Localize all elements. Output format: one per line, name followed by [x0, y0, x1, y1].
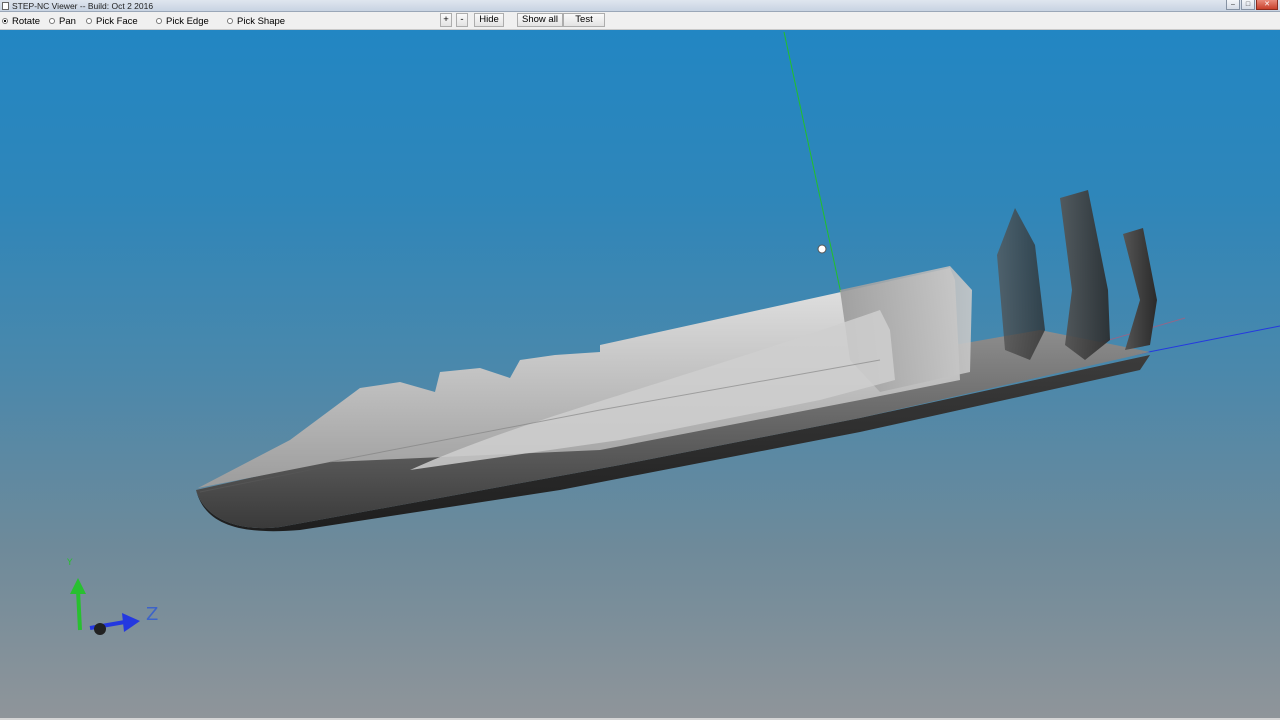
- window-titlebar: STEP-NC Viewer -- Build: Oct 2 2016 – □ …: [0, 0, 1280, 12]
- mode-label: Pick Face: [96, 15, 138, 27]
- mode-label: Rotate: [12, 15, 40, 27]
- radio-checked-icon: [2, 18, 8, 24]
- radio-unchecked-icon: [86, 18, 92, 24]
- hide-button[interactable]: Hide: [474, 13, 504, 27]
- zoom-out-button[interactable]: -: [456, 13, 468, 27]
- triad-y-axis: [76, 589, 82, 631]
- toolbar: Rotate Pan Pick Face Pick Edge Pick Shap…: [0, 12, 1280, 30]
- radio-unchecked-icon: [156, 18, 162, 24]
- mode-label: Pick Edge: [166, 15, 209, 27]
- app-icon: [2, 2, 9, 10]
- mode-label: Pan: [59, 15, 76, 27]
- tool-flat: [1060, 190, 1110, 360]
- minimize-button[interactable]: –: [1226, 0, 1240, 10]
- tool-slim: [1123, 228, 1157, 350]
- radio-unchecked-icon: [49, 18, 55, 24]
- 3d-viewport[interactable]: Z Y: [0, 30, 1280, 718]
- triad-z-label: Z: [146, 604, 159, 625]
- window-controls: – □ ✕: [1226, 0, 1278, 11]
- mode-label: Pick Shape: [237, 15, 286, 27]
- mode-rotate-radio[interactable]: Rotate: [2, 15, 40, 27]
- show-all-button[interactable]: Show all: [517, 13, 563, 27]
- mode-pick-shape-radio[interactable]: Pick Shape: [227, 15, 285, 27]
- scene-graphics: [70, 31, 1280, 635]
- triad-y-arrow: [70, 578, 86, 594]
- zoom-in-button[interactable]: +: [440, 13, 452, 27]
- pivot-marker: [817, 244, 827, 254]
- maximize-button[interactable]: □: [1241, 0, 1255, 10]
- mode-pick-face-radio[interactable]: Pick Face: [86, 15, 138, 27]
- mode-pick-edge-radio[interactable]: Pick Edge: [156, 15, 209, 27]
- triad-origin: [94, 623, 106, 635]
- radio-unchecked-icon: [227, 18, 233, 24]
- tool-pointed: [997, 208, 1045, 360]
- test-button[interactable]: Test: [563, 13, 605, 27]
- mode-pan-radio[interactable]: Pan: [49, 15, 76, 27]
- triad-z-arrow: [122, 613, 140, 632]
- window-title: STEP-NC Viewer -- Build: Oct 2 2016: [12, 1, 154, 11]
- triad-y-label: Y: [67, 558, 73, 568]
- close-button[interactable]: ✕: [1256, 0, 1278, 10]
